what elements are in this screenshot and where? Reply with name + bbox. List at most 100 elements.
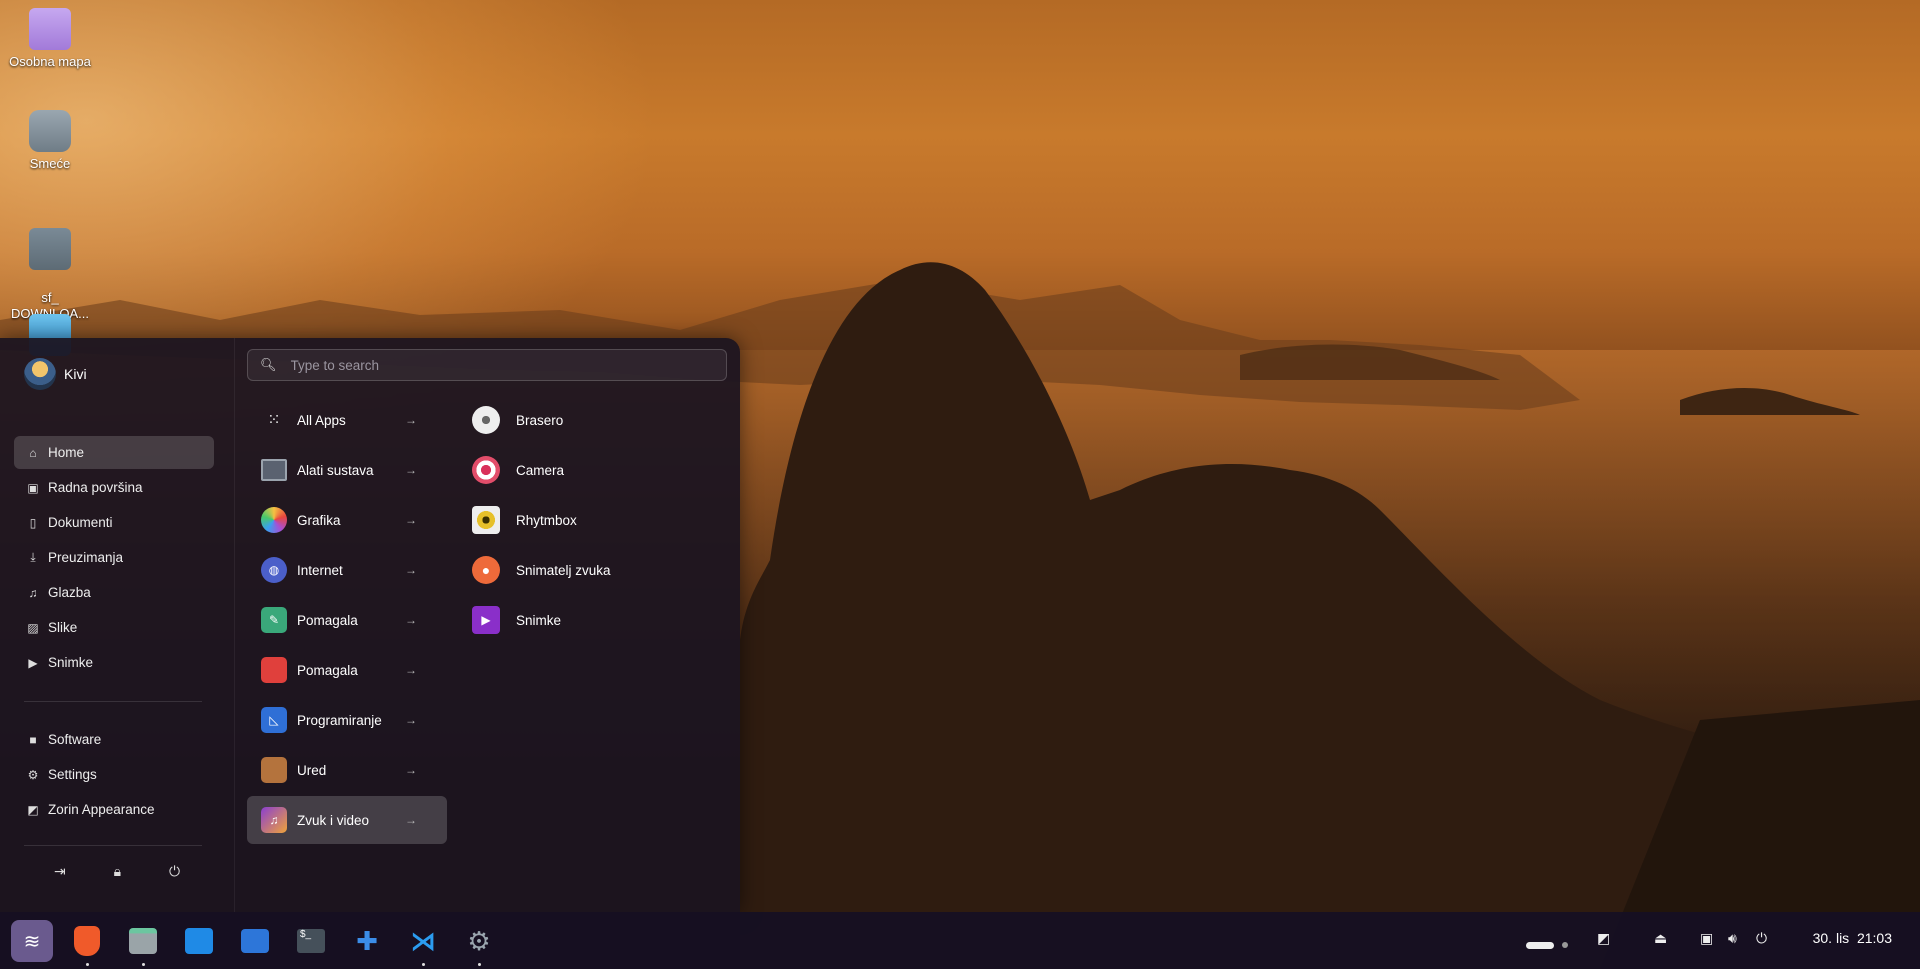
files-icon [129, 928, 157, 954]
category-graphics[interactable]: Grafika → [247, 496, 447, 544]
arrow-right-icon: → [405, 813, 417, 827]
workspace-indicator[interactable] [1526, 936, 1568, 952]
image-icon: ▨ [27, 620, 39, 635]
power-menu-icon[interactable]: ⏻ [1756, 930, 1767, 947]
menu-sidebar: Kivi ⌂ Home ▣ Radna površina ▯ Dokumenti… [0, 338, 235, 912]
brasero-icon [472, 406, 500, 434]
power-icon[interactable]: ⏻ [169, 863, 180, 880]
search-icon: 🔍︎ [260, 357, 277, 372]
videos-icon: ▶ [472, 606, 500, 634]
taskbar-app-brave[interactable] [66, 920, 108, 966]
nav-item-label: Zorin Appearance [48, 802, 155, 817]
category-sound-video[interactable]: ♫ Zvuk i video → [247, 796, 447, 844]
category-system-tools[interactable]: Alati sustava → [247, 446, 447, 494]
running-indicator [477, 963, 481, 966]
nav-item-software[interactable]: ■ Software [14, 723, 214, 756]
desktop-icon-home-folder[interactable]: Osobna mapa [0, 8, 100, 69]
nav-item-label: Snimke [48, 655, 94, 670]
category-utilities[interactable]: Pomagala → [247, 646, 447, 694]
category-label: Pomagala [297, 612, 358, 628]
arrow-right-icon: → [405, 763, 417, 777]
category-label: Grafika [297, 512, 341, 528]
app-sound-recorder[interactable]: ● Snimatelj zvuka [470, 546, 720, 594]
nav-item-home[interactable]: ⌂ Home [14, 436, 214, 469]
search-input[interactable] [288, 356, 693, 374]
category-label: Pomagala [297, 662, 358, 678]
nav-item-videos[interactable]: ▶ Snimke [14, 646, 214, 679]
avatar [24, 358, 56, 390]
software-store-icon [185, 928, 213, 954]
nav-item-appearance[interactable]: ◩ Zorin Appearance [14, 793, 214, 826]
home-folder-icon [29, 8, 71, 50]
brave-browser-icon [74, 926, 100, 956]
app-label: Camera [516, 462, 565, 478]
taskbar-app-software[interactable] [178, 920, 220, 962]
clock[interactable]: 30. lis 21:03 [1813, 930, 1892, 946]
system-tools-icon [261, 459, 287, 481]
nav-item-pictures[interactable]: ▨ Slike [14, 611, 214, 644]
nav-item-label: Slike [48, 620, 78, 635]
nav-item-downloads[interactable]: ⤓ Preuzimanja [14, 541, 214, 574]
active-workspace-pill [1526, 941, 1554, 949]
app-brasero[interactable]: Brasero [470, 396, 720, 444]
messages-icon [241, 929, 269, 953]
taskbar-app-terminal[interactable]: $_ [290, 920, 332, 962]
taskbar-app-settings[interactable]: ⚙ [458, 920, 500, 966]
app-camera[interactable]: Camera [470, 446, 720, 494]
software-icon: ■ [29, 732, 37, 747]
category-office[interactable]: Ured → [247, 746, 447, 794]
app-rhythmbox[interactable]: Rhytmbox [470, 496, 720, 544]
category-label: Programiranje [297, 712, 382, 728]
drive-eject-icon [29, 228, 71, 270]
gear-icon: ⚙ [27, 767, 39, 782]
user-name: Kivi [64, 366, 87, 382]
nav-item-music[interactable]: ♫ Glazba [14, 576, 214, 609]
places-nav: ⌂ Home ▣ Radna površina ▯ Dokumenti ⤓ Pr… [14, 436, 214, 681]
category-label: Ured [297, 762, 327, 778]
desktop-icon-trash[interactable]: Smeće [0, 110, 100, 171]
camera-icon [472, 456, 500, 484]
logout-icon[interactable]: ⇥ [54, 863, 66, 880]
appearance-tray-icon[interactable]: ◩ [1597, 930, 1610, 947]
app-label: Brasero [516, 412, 564, 428]
nav-item-label: Settings [48, 767, 97, 782]
search-box[interactable]: 🔍︎ [247, 349, 727, 381]
taskbar: ≋ $_ ✚ ⋊ ⚙ ◩ ⏏ ▣ 🔊︎ ⏻ 30. lis 21:03 [0, 912, 1920, 969]
category-accessories[interactable]: ✎ Pomagala → [247, 596, 447, 644]
trash-icon [29, 110, 71, 152]
running-indicator [141, 963, 145, 966]
arrow-right-icon: → [405, 563, 417, 577]
document-icon: ▯ [29, 515, 37, 530]
taskbar-app-files[interactable] [122, 920, 164, 966]
programming-icon: ◺ [261, 707, 287, 733]
nav-item-desktop[interactable]: ▣ Radna površina [14, 471, 214, 504]
running-indicator [85, 963, 89, 966]
zorin-menu-button[interactable]: ≋ [11, 920, 53, 962]
grid-icon: ⁙ [267, 412, 281, 429]
lock-icon[interactable]: 🔒︎ [114, 863, 121, 880]
taskbar-app-vscode[interactable]: ⋊ [402, 920, 444, 966]
session-buttons: ⇥ 🔒︎ ⏻ [0, 863, 234, 880]
category-programming[interactable]: ◺ Programiranje → [247, 696, 447, 744]
app-videos[interactable]: ▶ Snimke [470, 596, 720, 644]
eject-icon[interactable]: ⏏ [1654, 930, 1667, 947]
home-icon: ⌂ [29, 445, 37, 460]
terminal-icon: $_ [297, 929, 325, 953]
category-internet[interactable]: ◍ Internet → [247, 546, 447, 594]
taskbar-app-messages[interactable] [234, 920, 276, 962]
network-icon[interactable]: ▣ [1700, 930, 1713, 947]
category-list: ⁙ All Apps → Alati sustava → Grafika → ◍… [247, 396, 447, 846]
graphics-icon [261, 507, 287, 533]
taskbar-app-extensions[interactable]: ✚ [346, 920, 388, 962]
nav-item-settings[interactable]: ⚙ Settings [14, 758, 214, 791]
category-all-apps[interactable]: ⁙ All Apps → [247, 396, 447, 444]
nav-item-label: Radna površina [48, 480, 143, 495]
start-menu: Kivi ⌂ Home ▣ Radna površina ▯ Dokumenti… [0, 338, 740, 912]
volume-icon[interactable]: 🔊︎ [1728, 930, 1737, 947]
internet-icon: ◍ [261, 557, 287, 583]
video-icon: ▶ [28, 655, 38, 670]
user-account[interactable]: Kivi [24, 358, 87, 390]
accessories-icon: ✎ [261, 607, 287, 633]
vscode-icon: ⋊ [410, 925, 436, 956]
nav-item-documents[interactable]: ▯ Dokumenti [14, 506, 214, 539]
